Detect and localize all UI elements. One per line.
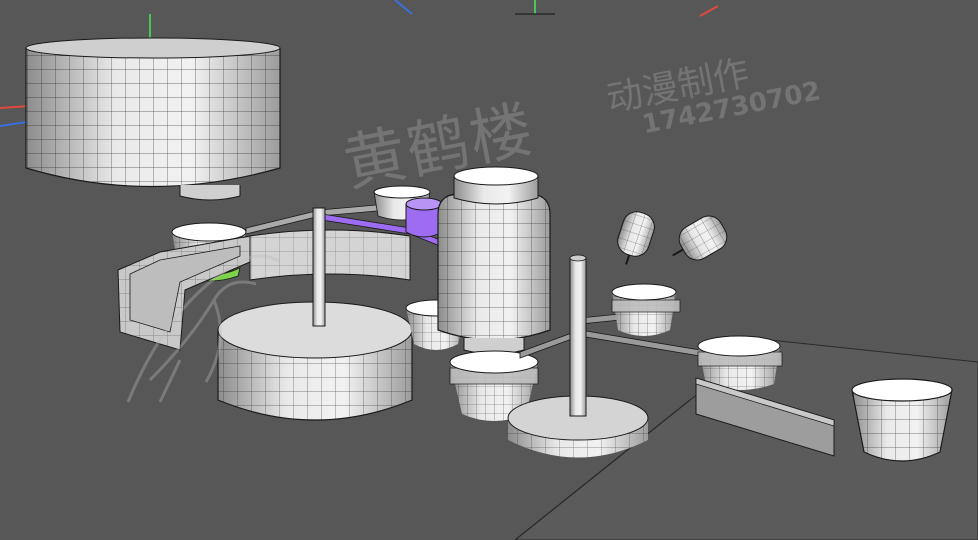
large-drum-object[interactable]	[25, 37, 281, 201]
floating-cylinder-2-object[interactable]	[664, 211, 732, 271]
bucket-arm-right-object[interactable]	[697, 335, 783, 390]
3d-viewport[interactable]: 黄鹤楼 动漫制作 1742730702	[0, 0, 978, 540]
post-object[interactable]	[312, 207, 326, 327]
bucket-rack-right-object[interactable]	[611, 283, 681, 336]
bucket-standalone-object[interactable]	[851, 378, 953, 462]
floating-cylinder-1-object[interactable]	[611, 208, 658, 269]
